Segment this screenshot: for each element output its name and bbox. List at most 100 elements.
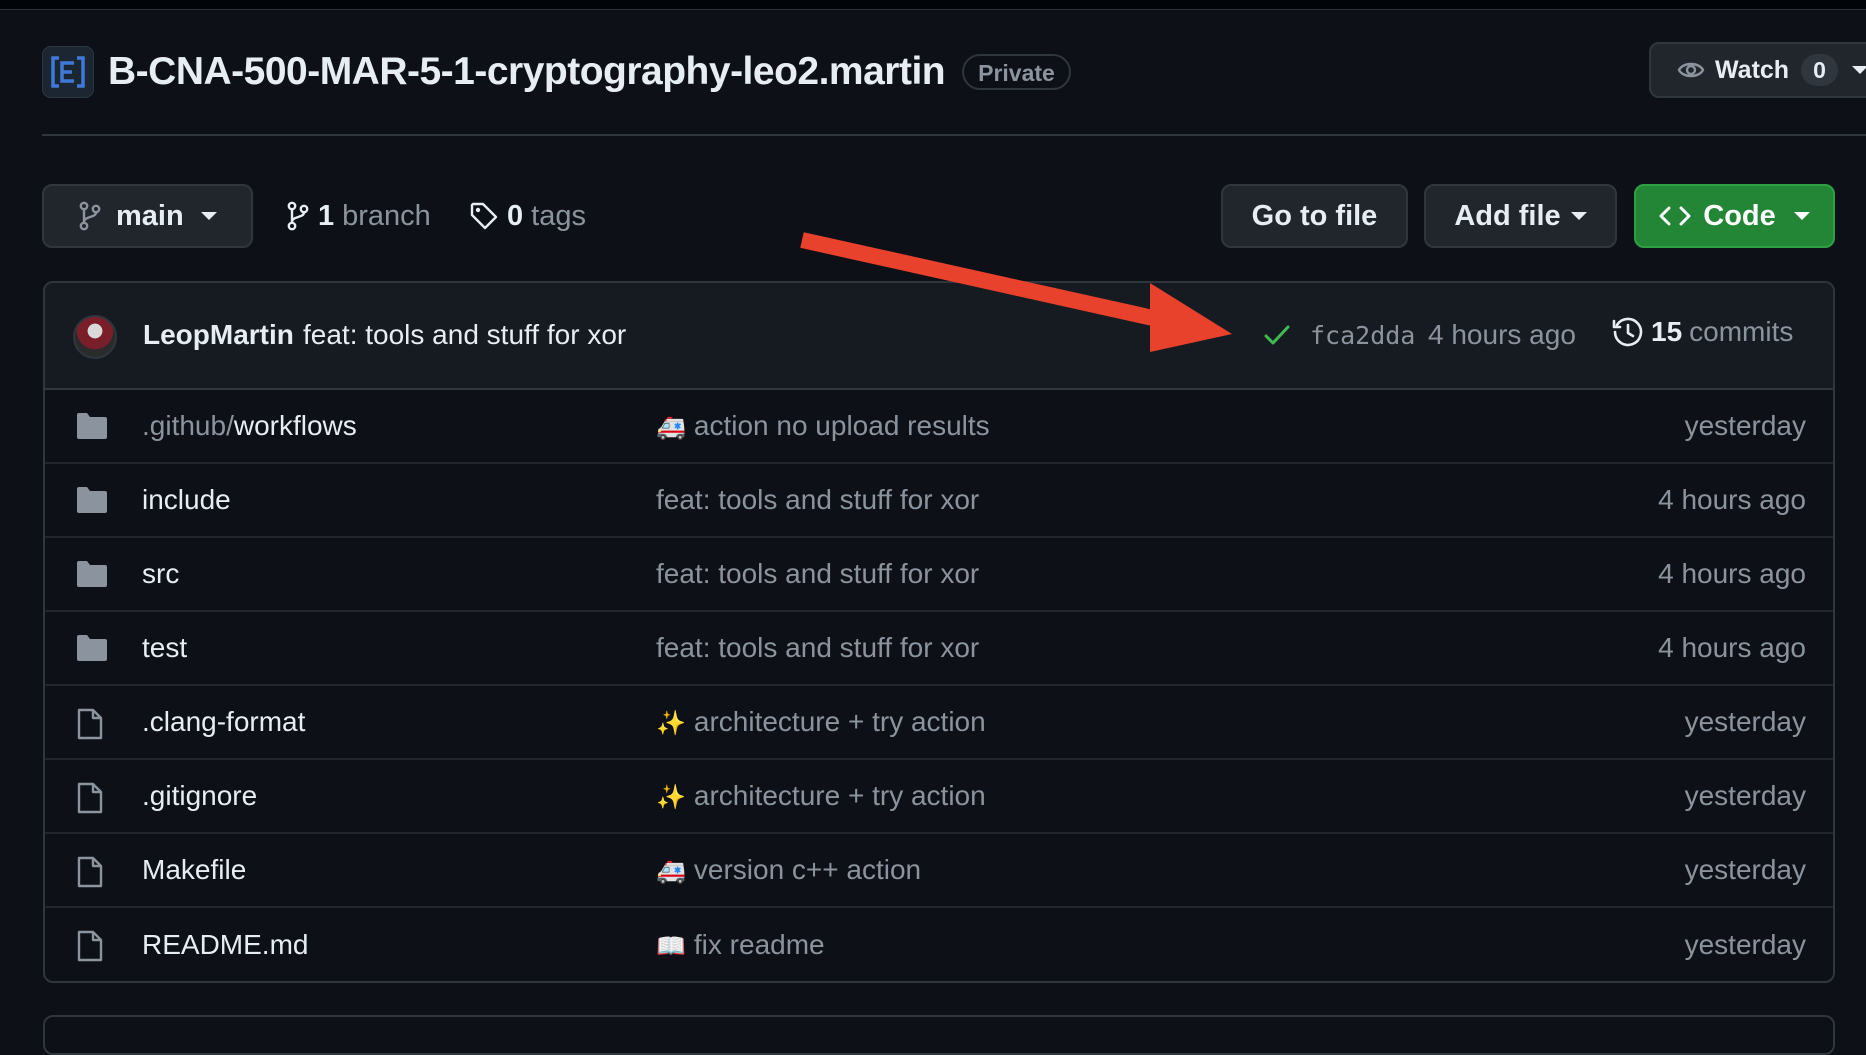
watch-count: 0 bbox=[1801, 54, 1838, 86]
branches-link[interactable]: 1 branch bbox=[286, 184, 431, 248]
file-rows: .github/workflows 🚑 action no upload resul… bbox=[45, 390, 1833, 981]
tags-link[interactable]: 0 tags bbox=[469, 184, 586, 248]
file-commit-message[interactable]: feat: tools and stuff for xor bbox=[656, 632, 979, 664]
table-row[interactable]: Makefile 🚑 version c++ action yesterday bbox=[45, 834, 1833, 908]
table-row[interactable]: src feat: tools and stuff for xor 4 hours … bbox=[45, 538, 1833, 612]
file-name-text: include bbox=[142, 484, 231, 515]
file-commit-message[interactable]: feat: tools and stuff for xor bbox=[656, 484, 979, 516]
chevron-down-icon bbox=[1851, 66, 1866, 74]
table-row[interactable]: README.md 📖 fix readme yesterday bbox=[45, 908, 1833, 981]
commit-author[interactable]: LeopMartin bbox=[143, 319, 294, 351]
commit-emoji: ✨ bbox=[656, 709, 686, 737]
add-file-label: Add file bbox=[1454, 199, 1561, 232]
commit-count-label: commits bbox=[1689, 316, 1794, 347]
file-commit-time: yesterday bbox=[1684, 929, 1806, 960]
file-name-text: .gitignore bbox=[142, 780, 258, 811]
branch-count: 1 bbox=[318, 199, 335, 232]
file-name-text: Makefile bbox=[142, 854, 247, 885]
file-icon bbox=[75, 929, 105, 970]
add-file-button[interactable]: Add file bbox=[1424, 184, 1617, 248]
commit-emoji: 📖 bbox=[656, 932, 686, 960]
git-branch-icon bbox=[287, 201, 309, 231]
file-name-text: workflows bbox=[233, 410, 357, 441]
table-row[interactable]: .clang-format ✨ architecture + try action y… bbox=[45, 686, 1833, 760]
file-commit-message-text: architecture + try action bbox=[693, 780, 986, 811]
file-commit-message[interactable]: ✨ architecture + try action bbox=[656, 706, 986, 738]
file-name[interactable]: include bbox=[142, 484, 231, 516]
file-name[interactable]: src bbox=[142, 558, 179, 590]
watch-button[interactable]: Watch 0 bbox=[1649, 42, 1866, 98]
file-commit-message[interactable]: 📖 fix readme bbox=[656, 929, 825, 961]
file-commit-message-text: version c++ action bbox=[693, 854, 922, 885]
tag-icon bbox=[470, 202, 498, 230]
file-commit-message-text: feat: tools and stuff for xor bbox=[656, 632, 980, 663]
file-icon bbox=[75, 855, 105, 896]
visibility-badge: Private bbox=[962, 54, 1071, 90]
table-row[interactable]: test feat: tools and stuff for xor 4 hours… bbox=[45, 612, 1833, 686]
file-name[interactable]: .gitignore bbox=[142, 780, 257, 812]
table-row[interactable]: .gitignore ✨ architecture + try action yest… bbox=[45, 760, 1833, 834]
commit-emoji: ✨ bbox=[656, 783, 686, 811]
file-icon bbox=[75, 707, 105, 748]
file-name-text: src bbox=[142, 558, 180, 589]
chevron-down-icon bbox=[200, 212, 217, 220]
epitech-logo-icon[interactable] bbox=[42, 46, 94, 98]
table-row[interactable]: .github/workflows 🚑 action no upload resul… bbox=[45, 390, 1833, 464]
file-commit-time: 4 hours ago bbox=[1658, 484, 1806, 515]
tag-label: tags bbox=[531, 199, 586, 232]
avatar[interactable] bbox=[73, 315, 117, 359]
code-button[interactable]: Code bbox=[1634, 184, 1835, 248]
check-icon[interactable] bbox=[1263, 323, 1291, 347]
code-label: Code bbox=[1703, 199, 1776, 232]
file-commit-message-text: architecture + try action bbox=[693, 706, 986, 737]
file-path-prefix: .github/ bbox=[142, 410, 234, 441]
repo-title[interactable]: B-CNA-500-MAR-5-1-cryptography-leo2.mart… bbox=[108, 50, 946, 94]
file-icon bbox=[75, 781, 105, 822]
commit-sha[interactable]: fca2dda bbox=[1310, 321, 1415, 350]
file-name-text: .clang-format bbox=[142, 706, 306, 737]
file-commit-message-text: feat: tools and stuff for xor bbox=[656, 558, 980, 589]
commit-emoji: 🚑 bbox=[656, 857, 686, 885]
file-commit-message-text: fix readme bbox=[693, 929, 825, 960]
file-name[interactable]: .clang-format bbox=[142, 706, 305, 738]
folder-icon bbox=[75, 559, 109, 596]
git-branch-icon bbox=[79, 201, 101, 231]
latest-commit-bar: LeopMartin feat: tools and stuff for xor… bbox=[45, 283, 1833, 390]
file-list: LeopMartin feat: tools and stuff for xor… bbox=[43, 281, 1835, 983]
folder-icon bbox=[75, 485, 109, 522]
file-name[interactable]: README.md bbox=[142, 929, 308, 961]
chevron-down-icon bbox=[1793, 212, 1810, 220]
file-commit-time: 4 hours ago bbox=[1658, 558, 1806, 589]
tag-count: 0 bbox=[507, 199, 524, 232]
file-commit-message[interactable]: 🚑 version c++ action bbox=[656, 854, 921, 886]
file-commit-time: yesterday bbox=[1684, 410, 1806, 441]
commit-message[interactable]: feat: tools and stuff for xor bbox=[303, 319, 626, 351]
chevron-down-icon bbox=[1570, 212, 1587, 220]
branch-name: main bbox=[116, 199, 184, 232]
table-row[interactable]: include feat: tools and stuff for xor 4 ho… bbox=[45, 464, 1833, 538]
commit-count: 15 bbox=[1651, 316, 1683, 347]
header-divider bbox=[42, 134, 1866, 136]
branch-select-button[interactable]: main bbox=[42, 184, 253, 248]
file-name-text: test bbox=[142, 632, 188, 663]
readme-box bbox=[43, 1015, 1835, 1055]
commit-time: 4 hours ago bbox=[1428, 319, 1576, 350]
file-name[interactable]: Makefile bbox=[142, 854, 246, 886]
eye-icon bbox=[1677, 62, 1705, 78]
repo-header: B-CNA-500-MAR-5-1-cryptography-leo2.mart… bbox=[42, 46, 1071, 98]
file-commit-message[interactable]: 🚑 action no upload results bbox=[656, 410, 990, 442]
file-commit-message-text: feat: tools and stuff for xor bbox=[656, 484, 980, 515]
watch-label: Watch bbox=[1715, 55, 1790, 84]
file-name-text: README.md bbox=[142, 929, 309, 960]
go-to-file-button[interactable]: Go to file bbox=[1221, 184, 1408, 248]
file-name[interactable]: .github/workflows bbox=[142, 410, 357, 442]
file-name[interactable]: test bbox=[142, 632, 187, 664]
file-commit-message[interactable]: feat: tools and stuff for xor bbox=[656, 558, 979, 590]
file-commit-time: yesterday bbox=[1684, 854, 1806, 885]
commits-link[interactable]: 15 commits bbox=[1611, 315, 1793, 349]
top-border bbox=[0, 0, 1866, 10]
file-commit-message[interactable]: ✨ architecture + try action bbox=[656, 780, 986, 812]
history-icon bbox=[1612, 317, 1643, 347]
file-commit-message-text: action no upload results bbox=[693, 410, 990, 441]
file-commit-time: 4 hours ago bbox=[1658, 632, 1806, 663]
